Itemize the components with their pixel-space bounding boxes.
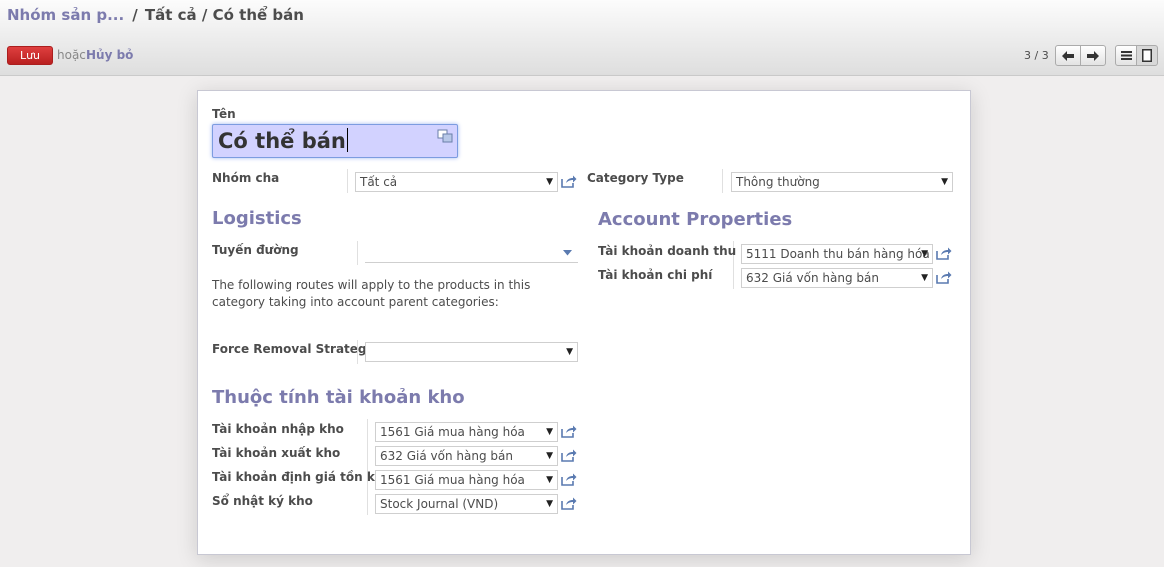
parent-category-label: Nhóm cha — [212, 171, 280, 185]
category-type-value: Thông thường — [736, 175, 820, 189]
stock-output-account-label: Tài khoản xuất kho — [212, 446, 341, 460]
expense-account-value: 632 Giá vốn hàng bán — [746, 271, 879, 285]
external-link-icon[interactable] — [561, 473, 577, 486]
breadcrumb-root-link[interactable]: Nhóm sản p... — [7, 6, 124, 24]
expense-account-label: Tài khoản chi phí — [598, 268, 713, 282]
caret-down-icon: ▼ — [546, 427, 553, 437]
stock-journal-select[interactable]: Stock Journal (VND) ▼ — [375, 494, 558, 514]
stock-input-account-select[interactable]: 1561 Giá mua hàng hóa ▼ — [375, 422, 558, 442]
external-link-icon[interactable] — [561, 449, 577, 462]
stock-output-account-select[interactable]: 632 Giá vốn hàng bán ▼ — [375, 446, 558, 466]
account-properties-section-title: Account Properties — [598, 209, 793, 230]
breadcrumb-parent-link[interactable]: Tất cả — [145, 6, 197, 24]
field-separator — [357, 340, 358, 364]
stock-journal-label: Sổ nhật ký kho — [212, 494, 313, 508]
name-input[interactable]: Có thể bán — [212, 124, 458, 158]
caret-down-icon: ▼ — [546, 475, 553, 485]
arrow-right-icon — [1087, 50, 1099, 61]
name-label: Tên — [212, 107, 236, 121]
external-link-icon[interactable] — [936, 271, 952, 284]
breadcrumb-current: Có thể bán — [212, 6, 304, 24]
form-sheet: Tên Có thể bán Nhóm cha Tất cả ▼ Categor… — [197, 90, 971, 555]
discard-link[interactable]: Hủy bỏ — [86, 48, 133, 62]
external-link-icon[interactable] — [561, 497, 577, 510]
breadcrumb-separator: / — [132, 6, 138, 24]
field-separator — [357, 241, 358, 265]
stock-journal-value: Stock Journal (VND) — [380, 497, 499, 511]
pager-previous-button[interactable] — [1055, 45, 1081, 66]
external-link-icon[interactable] — [936, 247, 952, 260]
caret-down-icon: ▼ — [921, 273, 928, 283]
field-separator — [347, 169, 348, 193]
income-account-label: Tài khoản doanh thu — [598, 244, 737, 258]
translate-icon[interactable] — [437, 129, 453, 143]
caret-down-icon: ▼ — [546, 499, 553, 509]
stock-accounts-section-title: Thuộc tính tài khoản kho — [212, 387, 465, 408]
parent-category-select[interactable]: Tất cả ▼ — [355, 172, 558, 192]
routes-many2many-input[interactable] — [365, 243, 578, 263]
expense-account-select[interactable]: 632 Giá vốn hàng bán ▼ — [741, 268, 933, 288]
stock-valuation-account-label: Tài khoản định giá tồn kho — [212, 470, 392, 484]
stock-valuation-account-value: 1561 Giá mua hàng hóa — [380, 473, 525, 487]
stock-input-account-label: Tài khoản nhập kho — [212, 422, 344, 436]
pager-next-button[interactable] — [1080, 45, 1106, 66]
form-view-icon — [1142, 49, 1152, 62]
external-link-icon[interactable] — [561, 175, 577, 188]
parent-category-value: Tất cả — [360, 175, 398, 189]
caret-down-icon: ▼ — [546, 451, 553, 461]
logistics-section-title: Logistics — [212, 208, 302, 229]
save-button[interactable]: Lưu — [7, 46, 53, 65]
arrow-left-icon — [1062, 50, 1074, 61]
list-view-button[interactable] — [1115, 45, 1137, 66]
field-separator — [367, 419, 368, 515]
stock-input-account-value: 1561 Giá mua hàng hóa — [380, 425, 525, 439]
removal-strategy-label: Force Removal Strategy — [212, 342, 375, 356]
field-separator — [722, 169, 723, 193]
category-type-select[interactable]: Thông thường ▼ — [731, 172, 953, 192]
caret-down-icon: ▼ — [941, 177, 948, 187]
stock-valuation-account-select[interactable]: 1561 Giá mua hàng hóa ▼ — [375, 470, 558, 490]
stock-output-account-value: 632 Giá vốn hàng bán — [380, 449, 513, 463]
routes-help-text: The following routes will apply to the p… — [212, 278, 531, 309]
removal-strategy-select[interactable]: ▼ — [365, 342, 578, 362]
category-type-label: Category Type — [587, 171, 684, 185]
or-label: hoặc — [57, 48, 86, 62]
form-view-button[interactable] — [1136, 45, 1158, 66]
caret-down-icon: ▼ — [921, 249, 928, 259]
name-input-value: Có thể bán — [218, 128, 348, 153]
income-account-select[interactable]: 5111 Doanh thu bán hàng hóa ▼ — [741, 244, 933, 264]
control-panel: Nhóm sản p... / Tất cả / Có thể bán Lưu h… — [0, 0, 1164, 76]
pager-value[interactable]: 3 / 3 — [1024, 49, 1049, 62]
caret-down-icon: ▼ — [566, 347, 573, 357]
caret-down-icon — [563, 250, 572, 256]
list-view-icon — [1120, 51, 1132, 60]
external-link-icon[interactable] — [561, 425, 577, 438]
breadcrumb: Nhóm sản p... / Tất cả / Có thể bán — [7, 6, 304, 24]
income-account-value: 5111 Doanh thu bán hàng hóa — [746, 247, 930, 261]
breadcrumb-separator: / — [201, 6, 208, 24]
caret-down-icon: ▼ — [546, 177, 553, 187]
routes-label: Tuyến đường — [212, 243, 299, 257]
